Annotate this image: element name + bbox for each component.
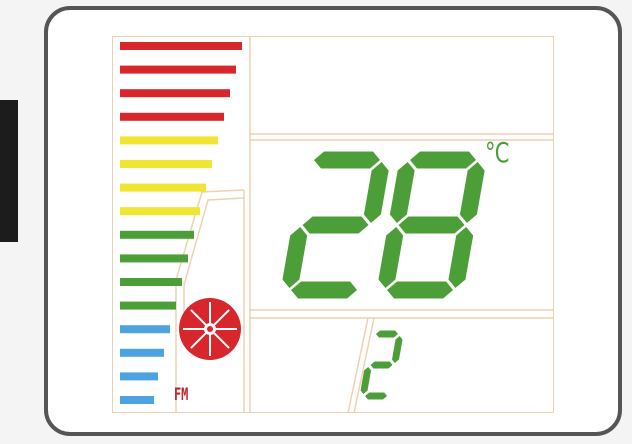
temperature-unit: °C <box>485 136 509 169</box>
level-bar-3 <box>120 89 230 98</box>
level-bar-12 <box>120 301 176 310</box>
level-bar-1 <box>120 42 242 50</box>
level-bar-5 <box>120 136 218 145</box>
level-bar-9 <box>120 230 194 239</box>
temperature-digits <box>282 151 485 299</box>
level-bar-8 <box>120 207 200 216</box>
level-bar-16 <box>120 396 154 404</box>
fan-speed-digit <box>360 330 403 400</box>
level-bar-7 <box>120 183 206 192</box>
level-bar-2 <box>120 65 236 74</box>
temperature-digit-1 <box>282 151 389 299</box>
fan-speed-digit-1 <box>360 330 403 400</box>
mode-label: FM <box>174 385 189 405</box>
level-bar-6 <box>120 160 212 168</box>
lcd-display <box>120 36 554 414</box>
level-bar-15 <box>120 372 158 381</box>
temperature-digit-2 <box>378 151 485 299</box>
level-bar-10 <box>120 254 188 263</box>
level-bar-13 <box>120 325 170 334</box>
level-bar-14 <box>120 348 164 357</box>
level-bar-4 <box>120 112 224 121</box>
fan-icon <box>179 298 241 360</box>
level-bar-11 <box>120 278 182 286</box>
